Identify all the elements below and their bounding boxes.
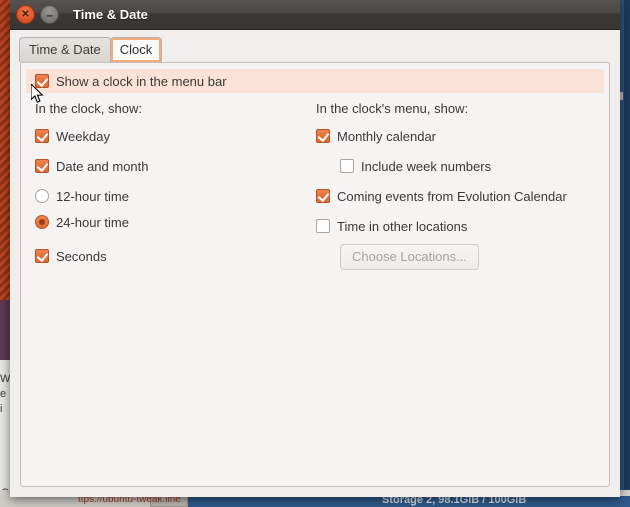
- monthly-calendar-label: Monthly calendar: [337, 128, 437, 144]
- twelve-hour-label: 12-hour time: [56, 188, 129, 204]
- include-week-numbers-label: Include week numbers: [361, 158, 492, 174]
- twelve-hour-radio[interactable]: [35, 189, 49, 203]
- tab-clock[interactable]: Clock: [109, 37, 163, 62]
- monthly-calendar-checkbox[interactable]: [316, 129, 331, 143]
- tab-list: Time & Date Clock: [19, 37, 620, 62]
- clock-menu-heading: In the clock's menu, show:: [316, 101, 469, 116]
- twentyfour-hour-label: 24-hour time: [56, 214, 129, 230]
- option-monthly-calendar[interactable]: Monthly calendar: [316, 126, 609, 146]
- coming-events-checkbox[interactable]: [316, 189, 331, 203]
- tab-time-and-date[interactable]: Time & Date: [19, 37, 111, 62]
- clock-display-column: In the clock, show: Weekday Date and mon…: [21, 101, 316, 276]
- option-include-week-numbers[interactable]: Include week numbers: [316, 156, 609, 176]
- seconds-label: Seconds: [56, 248, 107, 264]
- option-24-hour-time[interactable]: 24-hour time: [35, 212, 316, 232]
- include-week-numbers-checkbox[interactable]: [340, 159, 355, 173]
- time-other-locations-label: Time in other locations: [337, 218, 468, 234]
- clock-settings-panel: Show a clock in the menu bar In the cloc…: [20, 62, 610, 487]
- close-glyph: ✕: [21, 8, 30, 20]
- option-weekday[interactable]: Weekday: [35, 126, 316, 146]
- option-12-hour-time[interactable]: 12-hour time: [35, 186, 316, 206]
- time-and-date-dialog: ✕ – Time & Date Time & Date Clock Show a…: [10, 0, 620, 497]
- time-other-locations-checkbox[interactable]: [316, 219, 331, 233]
- background-right-edge: [624, 0, 630, 507]
- minimize-icon[interactable]: –: [40, 5, 59, 24]
- choose-locations-button[interactable]: Choose Locations...: [340, 244, 479, 270]
- clock-display-heading: In the clock, show:: [35, 101, 142, 116]
- title-bar: ✕ – Time & Date: [10, 0, 620, 30]
- twentyfour-hour-radio[interactable]: [35, 215, 49, 229]
- coming-events-label: Coming events from Evolution Calendar: [337, 188, 567, 204]
- date-and-month-checkbox[interactable]: [35, 159, 49, 173]
- show-clock-checkbox[interactable]: [35, 74, 49, 88]
- option-time-in-other-locations[interactable]: Time in other locations: [316, 216, 609, 236]
- tab-bar: Time & Date Clock: [10, 30, 620, 62]
- close-icon[interactable]: ✕: [16, 5, 35, 24]
- show-clock-label: Show a clock in the menu bar: [56, 73, 227, 89]
- option-coming-events[interactable]: Coming events from Evolution Calendar: [316, 186, 609, 206]
- option-date-and-month[interactable]: Date and month: [35, 156, 316, 176]
- seconds-checkbox[interactable]: [35, 249, 49, 263]
- minimize-glyph: –: [46, 7, 53, 22]
- clock-menu-column: In the clock's menu, show: Monthly calen…: [316, 101, 609, 276]
- date-and-month-label: Date and month: [56, 158, 149, 174]
- weekday-label: Weekday: [56, 128, 110, 144]
- weekday-checkbox[interactable]: [35, 129, 49, 143]
- window-title: Time & Date: [73, 7, 148, 22]
- show-clock-row[interactable]: Show a clock in the menu bar: [26, 69, 604, 93]
- options-columns: In the clock, show: Weekday Date and mon…: [21, 101, 609, 276]
- option-seconds[interactable]: Seconds: [35, 246, 316, 266]
